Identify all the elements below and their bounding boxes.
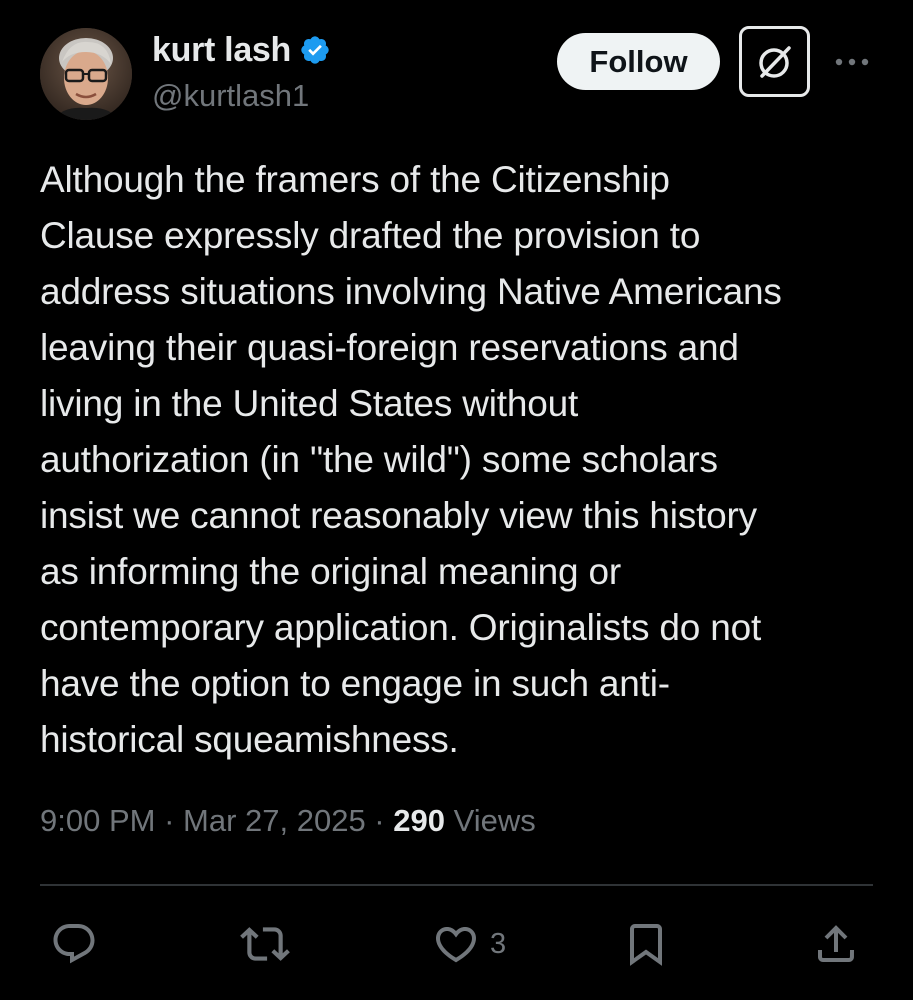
heart-icon [435, 927, 477, 963]
views-label: Views [444, 803, 536, 838]
share-icon [818, 925, 854, 962]
retweet-button[interactable] [240, 918, 290, 970]
author-handle[interactable]: @kurtlash1 [152, 78, 309, 114]
reply-button[interactable] [50, 918, 98, 970]
divider [40, 884, 873, 886]
avatar[interactable] [40, 28, 132, 120]
tweet-time[interactable]: 9:00 PM [40, 803, 155, 839]
grok-icon [758, 45, 791, 78]
like-count: 3 [490, 927, 507, 960]
bookmark-button[interactable] [622, 918, 670, 970]
grok-button[interactable] [739, 26, 810, 97]
more-icon [835, 58, 869, 66]
avatar-image [40, 28, 132, 120]
retweet-icon [240, 927, 290, 961]
meta-separator: · [155, 803, 184, 838]
like-button[interactable]: 3 [432, 918, 506, 970]
display-name[interactable]: kurt lash [152, 31, 291, 70]
meta-separator: · [365, 803, 394, 838]
author-name-row[interactable]: kurt lash [152, 28, 331, 72]
share-button[interactable] [812, 918, 860, 970]
tweet-text: Although the framers of the Citizenship … [40, 159, 782, 760]
follow-button[interactable]: Follow [557, 33, 720, 90]
verified-badge-icon[interactable] [299, 34, 331, 66]
tweet-date[interactable]: Mar 27, 2025 [183, 803, 366, 839]
reply-icon [53, 924, 95, 964]
bookmark-icon [630, 924, 662, 966]
more-options-button[interactable] [830, 46, 874, 78]
tweet-meta: 9:00 PM · Mar 27, 2025 · 290 Views [40, 803, 536, 839]
views-count: 290 [393, 803, 445, 838]
